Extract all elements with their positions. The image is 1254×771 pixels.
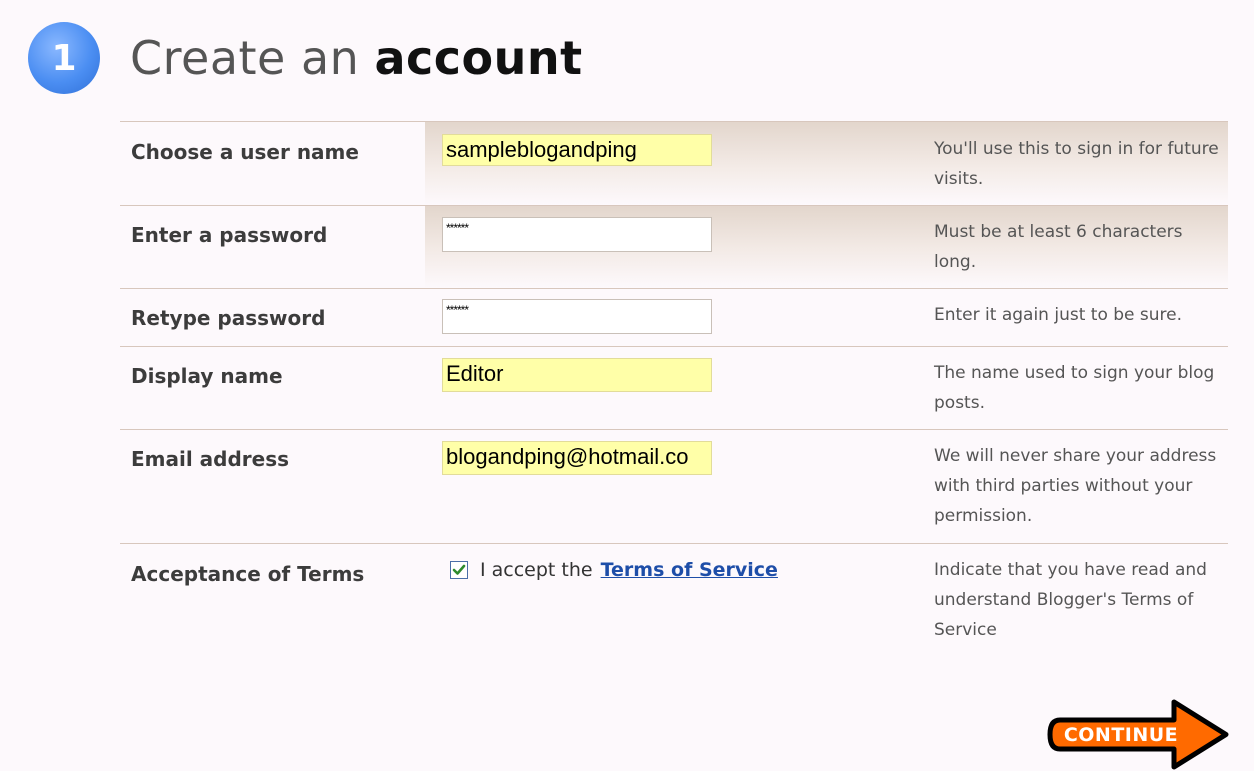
username-label: Choose a user name: [131, 140, 359, 164]
step-number-badge: 1: [28, 22, 100, 94]
form-row-terms: Acceptance of Terms I accept the Terms o…: [120, 543, 1228, 694]
retype-password-hint: Enter it again just to be sure.: [934, 305, 1183, 325]
continue-label: CONTINUE: [1063, 723, 1179, 746]
email-input[interactable]: blogandping@hotmail.co: [442, 441, 712, 475]
retype-password-input[interactable]: ******: [442, 299, 712, 334]
terms-of-service-link[interactable]: Terms of Service: [601, 559, 778, 581]
form-row-email: Email address blogandping@hotmail.co We …: [120, 429, 1228, 543]
continue-button[interactable]: CONTINUE: [1046, 698, 1230, 771]
terms-acceptance: I accept the Terms of Service: [450, 559, 778, 581]
page-header: 1 Create an account: [28, 22, 583, 94]
step-number: 1: [51, 37, 77, 79]
page-title: Create an account: [130, 35, 583, 81]
form-row-display-name: Display name Editor The name used to sig…: [120, 346, 1228, 429]
display-name-input[interactable]: Editor: [442, 358, 712, 392]
form-row-username: Choose a user name sampleblogandping You…: [120, 121, 1228, 205]
terms-accept-text: I accept the: [480, 559, 593, 581]
terms-checkbox[interactable]: [450, 561, 468, 579]
account-form: Choose a user name sampleblogandping You…: [120, 121, 1228, 694]
email-hint: We will never share your address with th…: [934, 446, 1217, 526]
password-label: Enter a password: [131, 223, 328, 247]
email-label: Email address: [131, 447, 290, 471]
username-input[interactable]: sampleblogandping: [442, 134, 712, 166]
password-hint: Must be at least 6 characters long.: [934, 222, 1183, 272]
checkmark-icon: [452, 564, 466, 575]
display-name-hint: The name used to sign your blog posts.: [934, 363, 1215, 413]
username-hint: You'll use this to sign in for future vi…: [934, 139, 1219, 189]
title-prefix: Create an: [130, 31, 360, 85]
terms-hint: Indicate that you have read and understa…: [934, 560, 1207, 640]
form-row-retype-password: Retype password ****** Enter it again ju…: [120, 288, 1228, 346]
form-row-password: Enter a password ****** Must be at least…: [120, 205, 1228, 288]
display-name-label: Display name: [131, 364, 283, 388]
password-input[interactable]: ******: [442, 217, 712, 252]
title-emphasis: account: [374, 31, 583, 85]
retype-password-label: Retype password: [131, 306, 326, 330]
terms-label: Acceptance of Terms: [131, 562, 365, 586]
